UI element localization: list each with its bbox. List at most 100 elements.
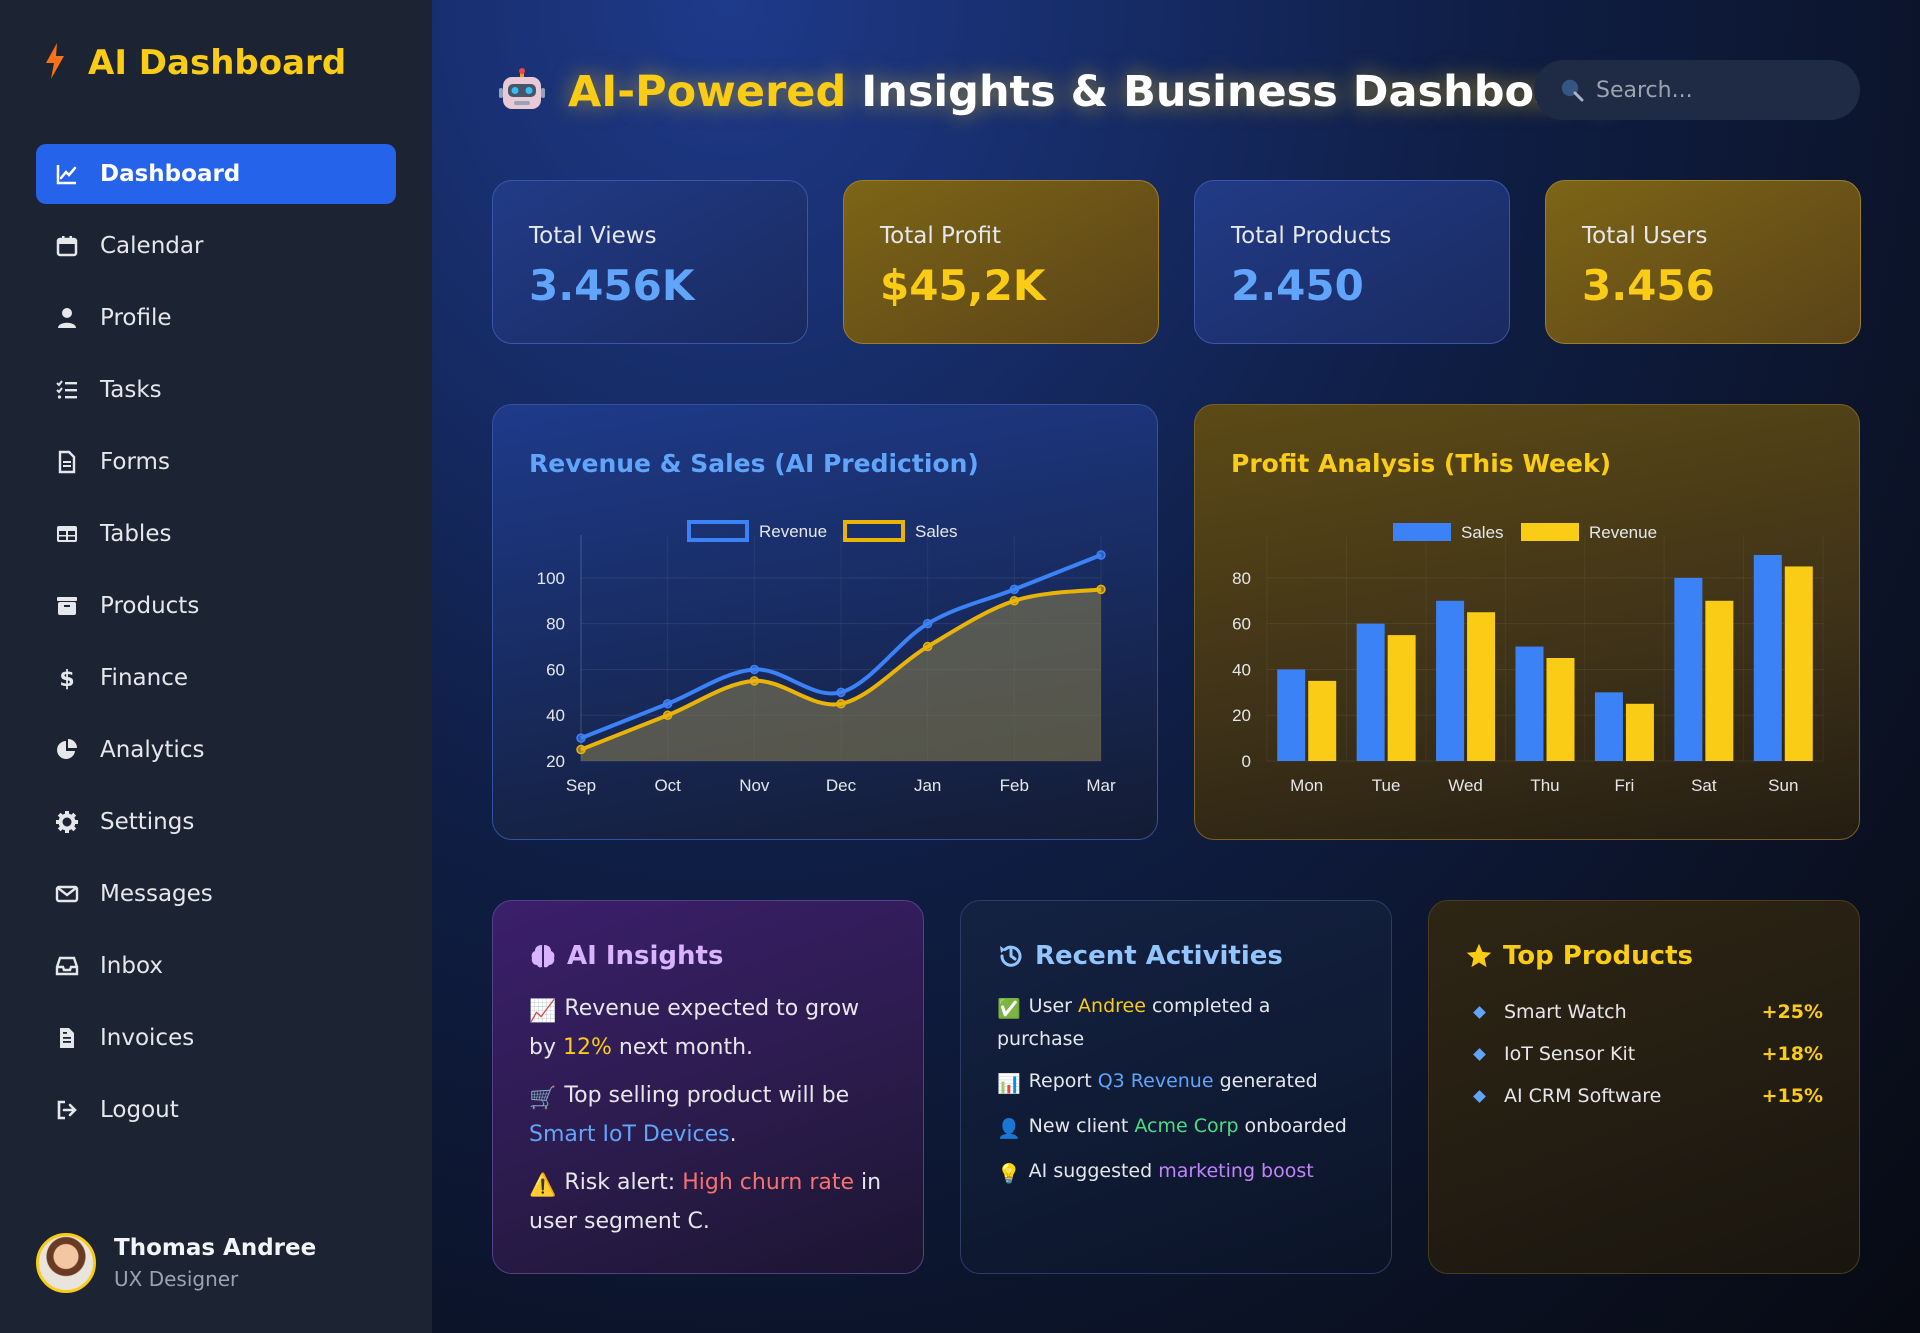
stat-value: 3.456K bbox=[529, 261, 695, 310]
product-change: +25% bbox=[1761, 1001, 1823, 1023]
legend-swatch bbox=[1393, 523, 1451, 541]
calendar-icon bbox=[54, 233, 80, 259]
bar-sales bbox=[1277, 669, 1306, 761]
activity-item: ✅ User Andree completed a purchase bbox=[997, 991, 1355, 1054]
bar-revenue bbox=[1546, 658, 1575, 761]
text: AI suggested bbox=[1028, 1160, 1159, 1182]
table-icon bbox=[54, 521, 80, 547]
bar-revenue bbox=[1387, 635, 1416, 761]
search-input[interactable] bbox=[1596, 77, 1836, 103]
y-tick-label: 60 bbox=[1232, 615, 1251, 634]
data-point bbox=[1009, 584, 1020, 595]
bar-sales bbox=[1674, 577, 1703, 761]
sidebar-item-inbox[interactable]: Inbox bbox=[36, 936, 396, 996]
stat-card-total-users[interactable]: Total Users 3.456 bbox=[1545, 180, 1861, 344]
activities-list: ✅ User Andree completed a purchase 📊 Report… bbox=[997, 991, 1355, 1189]
data-point bbox=[749, 676, 760, 686]
chart-legend: Sales Revenue bbox=[1393, 523, 1657, 542]
bar-sales bbox=[1753, 555, 1782, 761]
sidebar-item-label: Invoices bbox=[100, 1025, 195, 1051]
y-tick-label: 0 bbox=[1242, 752, 1251, 771]
text: User bbox=[1028, 995, 1079, 1017]
sidebar-nav: Dashboard Calendar Profile Tasks Forms Tables… bbox=[36, 144, 396, 1152]
brain-icon bbox=[531, 945, 555, 968]
user-profile[interactable]: Thomas Andree UX Designer bbox=[36, 1233, 316, 1293]
bolt-icon bbox=[44, 43, 66, 83]
highlight-text: 12% bbox=[562, 1035, 612, 1060]
sidebar-item-label: Profile bbox=[100, 305, 172, 331]
sidebar-item-tasks[interactable]: Tasks bbox=[36, 360, 396, 420]
stat-label: Total Profit bbox=[880, 223, 1002, 249]
product-item[interactable]: Smart Watch +25% bbox=[1465, 991, 1823, 1033]
profit-analysis-chart-card: Profit Analysis (This Week) 0 20 40 60 80 Mon… bbox=[1194, 404, 1860, 840]
legend-swatch bbox=[1521, 523, 1579, 541]
bar-revenue bbox=[1308, 680, 1337, 761]
data-point bbox=[836, 687, 846, 698]
x-tick-label: Dec bbox=[826, 776, 857, 795]
emoji-icon: 💡 bbox=[997, 1163, 1021, 1185]
user-name: Thomas Andree bbox=[114, 1235, 317, 1261]
bar-sales bbox=[1594, 692, 1623, 761]
text: generated bbox=[1213, 1070, 1318, 1092]
insight-item: 🛒 Top selling product will be Smart IoT D… bbox=[529, 1078, 887, 1153]
brand[interactable]: AI Dashboard bbox=[44, 40, 346, 86]
stat-card-total-profit[interactable]: Total Profit $45,2K bbox=[843, 180, 1159, 344]
activity-item: 📊 Report Q3 Revenue generated bbox=[997, 1066, 1355, 1099]
activity-item: 👤 New client Acme Corp onboarded bbox=[997, 1111, 1355, 1144]
product-change: +15% bbox=[1761, 1085, 1823, 1107]
user-role: UX Designer bbox=[114, 1267, 239, 1291]
y-tick-label: 40 bbox=[546, 706, 565, 725]
box-icon bbox=[54, 593, 80, 619]
robot-icon bbox=[499, 68, 545, 109]
sidebar-item-calendar[interactable]: Calendar bbox=[36, 216, 396, 276]
sidebar-item-settings[interactable]: Settings bbox=[36, 792, 396, 852]
emoji-icon: 📊 bbox=[997, 1073, 1021, 1095]
history-icon bbox=[1000, 945, 1022, 967]
user-icon bbox=[54, 305, 80, 331]
data-point bbox=[576, 744, 586, 755]
sidebar-item-label: Forms bbox=[100, 449, 170, 475]
list-check-icon bbox=[54, 377, 80, 403]
sidebar-item-forms[interactable]: Forms bbox=[36, 432, 396, 492]
y-tick-label: 20 bbox=[1232, 706, 1251, 725]
data-point bbox=[662, 710, 673, 720]
x-tick-label: Mar bbox=[1086, 776, 1116, 795]
file-icon bbox=[54, 449, 80, 475]
sidebar-item-profile[interactable]: Profile bbox=[36, 288, 396, 348]
diamond-icon bbox=[1473, 1005, 1486, 1019]
profit-analysis-bar-chart: 0 20 40 60 80 Mon Tue Wed Thu Fri Sat Sun Sales Reven… bbox=[1232, 523, 1824, 795]
bar-revenue bbox=[1467, 612, 1496, 761]
product-item[interactable]: AI CRM Software +15% bbox=[1465, 1075, 1823, 1117]
x-tick-label: Thu bbox=[1530, 776, 1559, 795]
insight-item: 📈 Revenue expected to grow by 12% next mo… bbox=[529, 991, 887, 1066]
product-item[interactable]: IoT Sensor Kit +18% bbox=[1465, 1033, 1823, 1075]
y-tick-label: 80 bbox=[546, 615, 565, 634]
sidebar-item-dashboard[interactable]: Dashboard bbox=[36, 144, 396, 204]
y-tick-label: 40 bbox=[1232, 660, 1251, 679]
stat-card-total-views[interactable]: Total Views 3.456K bbox=[492, 180, 808, 344]
stat-label: Total Views bbox=[529, 223, 657, 249]
stat-label: Total Users bbox=[1582, 223, 1708, 249]
sidebar-item-messages[interactable]: Messages bbox=[36, 864, 396, 924]
stat-card-total-products[interactable]: Total Products 2.450 bbox=[1194, 180, 1510, 344]
y-tick-label: 60 bbox=[546, 660, 565, 679]
sidebar-item-analytics[interactable]: Analytics bbox=[36, 720, 396, 780]
stat-label: Total Products bbox=[1231, 223, 1392, 249]
chart-line-icon bbox=[54, 161, 80, 187]
products-list: Smart Watch +25% IoT Sensor Kit +18% AI CRM … bbox=[1465, 991, 1823, 1117]
data-point bbox=[1009, 596, 1020, 606]
product-name: AI CRM Software bbox=[1504, 1085, 1662, 1107]
bar-revenue bbox=[1625, 703, 1654, 761]
highlight-text: High churn rate bbox=[682, 1170, 855, 1195]
search-box[interactable] bbox=[1534, 60, 1860, 120]
sidebar-item-logout[interactable]: Logout bbox=[36, 1080, 396, 1140]
sidebar-item-finance[interactable]: $ Finance bbox=[36, 648, 396, 708]
logout-icon bbox=[54, 1097, 80, 1123]
legend-label: Revenue bbox=[1589, 523, 1657, 542]
sidebar-item-invoices[interactable]: Invoices bbox=[36, 1008, 396, 1068]
sidebar-item-label: Tasks bbox=[100, 377, 162, 403]
sidebar-item-tables[interactable]: Tables bbox=[36, 504, 396, 564]
sidebar-item-products[interactable]: Products bbox=[36, 576, 396, 636]
highlight-text: Acme Corp bbox=[1134, 1115, 1239, 1137]
panel-title-text: Top Products bbox=[1503, 941, 1693, 971]
